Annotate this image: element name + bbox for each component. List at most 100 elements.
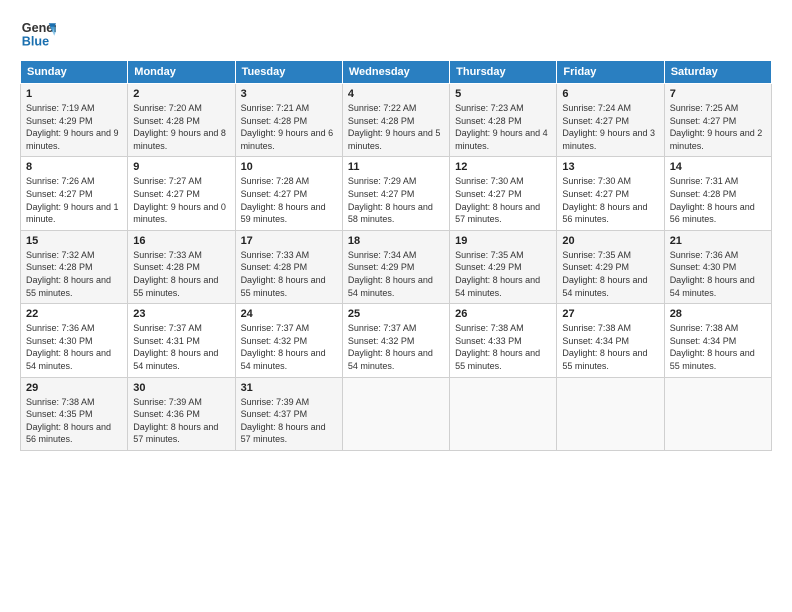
calendar-cell: 2 Sunrise: 7:20 AMSunset: 4:28 PMDaylight… — [128, 84, 235, 157]
day-info: Sunrise: 7:30 AMSunset: 4:27 PMDaylight:… — [562, 175, 658, 225]
day-info: Sunrise: 7:20 AMSunset: 4:28 PMDaylight:… — [133, 102, 229, 152]
day-info: Sunrise: 7:38 AMSunset: 4:33 PMDaylight:… — [455, 322, 551, 372]
logo-icon: General Blue — [20, 16, 56, 52]
day-number: 11 — [348, 161, 444, 173]
calendar-cell: 26 Sunrise: 7:38 AMSunset: 4:33 PMDayligh… — [450, 304, 557, 377]
calendar-cell: 22 Sunrise: 7:36 AMSunset: 4:30 PMDayligh… — [21, 304, 128, 377]
calendar-cell: 5Sunrise: 7:23 AMSunset: 4:28 PMDaylight… — [450, 84, 557, 157]
column-header-friday: Friday — [557, 61, 664, 84]
day-info: Sunrise: 7:38 AMSunset: 4:34 PMDaylight:… — [670, 322, 766, 372]
column-header-monday: Monday — [128, 61, 235, 84]
calendar-cell: 1 Sunrise: 7:19 AMSunset: 4:29 PMDaylight… — [21, 84, 128, 157]
day-info: Sunrise: 7:37 AMSunset: 4:31 PMDaylight:… — [133, 322, 229, 372]
logo: General Blue — [20, 16, 56, 52]
calendar-cell: 31 Sunrise: 7:39 AMSunset: 4:37 PMDayligh… — [235, 377, 342, 450]
calendar-cell: 14Sunrise: 7:31 AMSunset: 4:28 PMDayligh… — [664, 157, 771, 230]
day-number: 27 — [562, 308, 658, 320]
svg-text:Blue: Blue — [22, 35, 49, 49]
day-info: Sunrise: 7:36 AMSunset: 4:30 PMDaylight:… — [26, 322, 122, 372]
day-info: Sunrise: 7:22 AMSunset: 4:28 PMDaylight:… — [348, 102, 444, 152]
day-number: 22 — [26, 308, 122, 320]
day-number: 2 — [133, 88, 229, 100]
day-number: 23 — [133, 308, 229, 320]
calendar-cell: 24 Sunrise: 7:37 AMSunset: 4:32 PMDayligh… — [235, 304, 342, 377]
column-header-thursday: Thursday — [450, 61, 557, 84]
day-number: 10 — [241, 161, 337, 173]
day-info: Sunrise: 7:19 AMSunset: 4:29 PMDaylight:… — [26, 102, 122, 152]
day-number: 16 — [133, 235, 229, 247]
day-number: 1 — [26, 88, 122, 100]
calendar-cell: 20Sunrise: 7:35 AMSunset: 4:29 PMDayligh… — [557, 230, 664, 303]
day-number: 14 — [670, 161, 766, 173]
day-number: 26 — [455, 308, 551, 320]
day-number: 19 — [455, 235, 551, 247]
calendar-cell: 8Sunrise: 7:26 AMSunset: 4:27 PMDaylight… — [21, 157, 128, 230]
day-number: 12 — [455, 161, 551, 173]
calendar-cell: 19Sunrise: 7:35 AMSunset: 4:29 PMDayligh… — [450, 230, 557, 303]
day-info: Sunrise: 7:26 AMSunset: 4:27 PMDaylight:… — [26, 175, 122, 225]
day-info: Sunrise: 7:36 AMSunset: 4:30 PMDaylight:… — [670, 249, 766, 299]
day-number: 24 — [241, 308, 337, 320]
calendar-week-4: 22 Sunrise: 7:36 AMSunset: 4:30 PMDayligh… — [21, 304, 772, 377]
day-number: 17 — [241, 235, 337, 247]
day-number: 13 — [562, 161, 658, 173]
header: General Blue — [20, 16, 772, 52]
calendar-table: SundayMondayTuesdayWednesdayThursdayFrid… — [20, 60, 772, 451]
calendar-cell: 17 Sunrise: 7:33 AMSunset: 4:28 PMDayligh… — [235, 230, 342, 303]
calendar-cell — [342, 377, 449, 450]
day-info: Sunrise: 7:37 AMSunset: 4:32 PMDaylight:… — [348, 322, 444, 372]
day-number: 21 — [670, 235, 766, 247]
day-number: 7 — [670, 88, 766, 100]
calendar-week-3: 15Sunrise: 7:32 AMSunset: 4:28 PMDayligh… — [21, 230, 772, 303]
calendar-cell: 15Sunrise: 7:32 AMSunset: 4:28 PMDayligh… — [21, 230, 128, 303]
day-number: 31 — [241, 382, 337, 394]
calendar-cell: 12 Sunrise: 7:30 AMSunset: 4:27 PMDayligh… — [450, 157, 557, 230]
day-number: 25 — [348, 308, 444, 320]
day-number: 28 — [670, 308, 766, 320]
day-info: Sunrise: 7:27 AMSunset: 4:27 PMDaylight:… — [133, 175, 229, 225]
column-header-tuesday: Tuesday — [235, 61, 342, 84]
calendar-week-2: 8Sunrise: 7:26 AMSunset: 4:27 PMDaylight… — [21, 157, 772, 230]
calendar-cell: 13 Sunrise: 7:30 AMSunset: 4:27 PMDayligh… — [557, 157, 664, 230]
day-info: Sunrise: 7:30 AMSunset: 4:27 PMDaylight:… — [455, 175, 551, 225]
calendar-cell — [664, 377, 771, 450]
calendar-cell: 4 Sunrise: 7:22 AMSunset: 4:28 PMDaylight… — [342, 84, 449, 157]
calendar-header-row: SundayMondayTuesdayWednesdayThursdayFrid… — [21, 61, 772, 84]
calendar-cell: 11 Sunrise: 7:29 AMSunset: 4:27 PMDayligh… — [342, 157, 449, 230]
day-info: Sunrise: 7:37 AMSunset: 4:32 PMDaylight:… — [241, 322, 337, 372]
calendar-cell: 23 Sunrise: 7:37 AMSunset: 4:31 PMDayligh… — [128, 304, 235, 377]
column-header-sunday: Sunday — [21, 61, 128, 84]
day-number: 29 — [26, 382, 122, 394]
calendar-cell: 25 Sunrise: 7:37 AMSunset: 4:32 PMDayligh… — [342, 304, 449, 377]
day-info: Sunrise: 7:29 AMSunset: 4:27 PMDaylight:… — [348, 175, 444, 225]
column-header-saturday: Saturday — [664, 61, 771, 84]
day-info: Sunrise: 7:28 AMSunset: 4:27 PMDaylight:… — [241, 175, 337, 225]
calendar-cell: 3 Sunrise: 7:21 AMSunset: 4:28 PMDaylight… — [235, 84, 342, 157]
day-number: 4 — [348, 88, 444, 100]
day-info: Sunrise: 7:33 AMSunset: 4:28 PMDaylight:… — [133, 249, 229, 299]
calendar-cell: 6Sunrise: 7:24 AMSunset: 4:27 PMDaylight… — [557, 84, 664, 157]
day-info: Sunrise: 7:39 AMSunset: 4:36 PMDaylight:… — [133, 396, 229, 446]
calendar-cell: 7 Sunrise: 7:25 AMSunset: 4:27 PMDaylight… — [664, 84, 771, 157]
day-number: 9 — [133, 161, 229, 173]
day-number: 3 — [241, 88, 337, 100]
calendar-cell: 18Sunrise: 7:34 AMSunset: 4:29 PMDayligh… — [342, 230, 449, 303]
day-info: Sunrise: 7:25 AMSunset: 4:27 PMDaylight:… — [670, 102, 766, 152]
calendar-cell: 30 Sunrise: 7:39 AMSunset: 4:36 PMDayligh… — [128, 377, 235, 450]
calendar-week-5: 29 Sunrise: 7:38 AMSunset: 4:35 PMDayligh… — [21, 377, 772, 450]
day-info: Sunrise: 7:38 AMSunset: 4:34 PMDaylight:… — [562, 322, 658, 372]
calendar-cell — [450, 377, 557, 450]
calendar-cell: 16 Sunrise: 7:33 AMSunset: 4:28 PMDayligh… — [128, 230, 235, 303]
calendar-cell: 21 Sunrise: 7:36 AMSunset: 4:30 PMDayligh… — [664, 230, 771, 303]
day-number: 6 — [562, 88, 658, 100]
day-info: Sunrise: 7:21 AMSunset: 4:28 PMDaylight:… — [241, 102, 337, 152]
column-header-wednesday: Wednesday — [342, 61, 449, 84]
day-info: Sunrise: 7:33 AMSunset: 4:28 PMDaylight:… — [241, 249, 337, 299]
day-info: Sunrise: 7:39 AMSunset: 4:37 PMDaylight:… — [241, 396, 337, 446]
calendar-cell — [557, 377, 664, 450]
day-number: 30 — [133, 382, 229, 394]
day-info: Sunrise: 7:38 AMSunset: 4:35 PMDaylight:… — [26, 396, 122, 446]
day-info: Sunrise: 7:35 AMSunset: 4:29 PMDaylight:… — [562, 249, 658, 299]
day-info: Sunrise: 7:32 AMSunset: 4:28 PMDaylight:… — [26, 249, 122, 299]
day-number: 5 — [455, 88, 551, 100]
